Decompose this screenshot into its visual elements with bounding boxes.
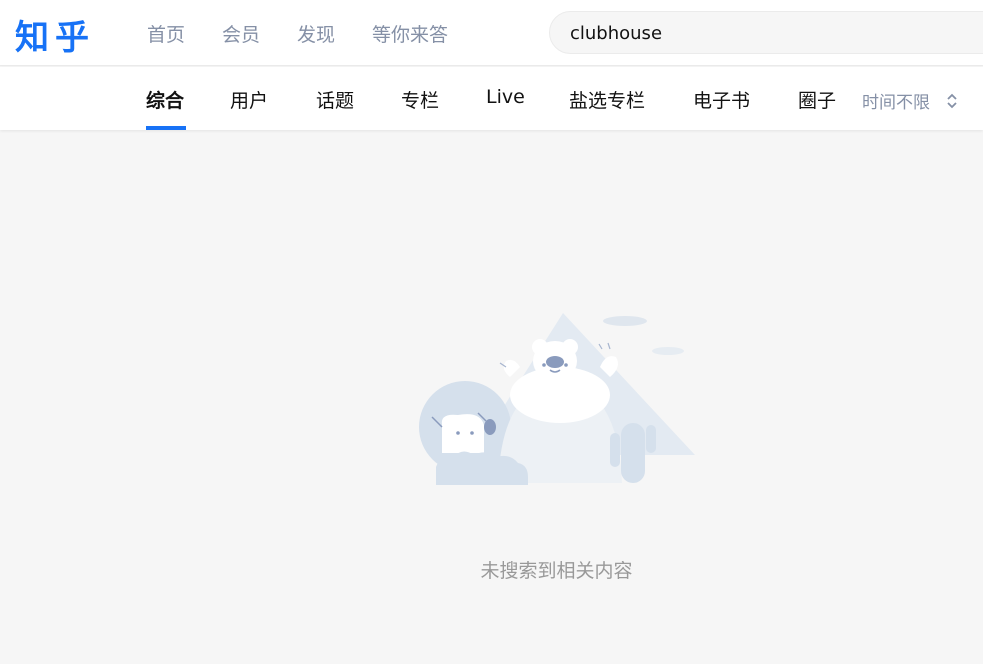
tab-live[interactable]: Live	[486, 86, 525, 108]
top-header: 知乎 首页 会员 发现 等你来答	[0, 0, 983, 66]
tab-all[interactable]: 综合	[146, 86, 184, 113]
empty-search-illustration	[419, 313, 695, 485]
search-type-tabbar: 综合 用户 话题 专栏 Live 盐选专栏 电子书 圈子 时间不限	[0, 67, 983, 130]
tab-circles[interactable]: 圈子	[798, 86, 836, 113]
main-nav: 首页 会员 发现 等你来答	[147, 20, 485, 47]
empty-state-message: 未搜索到相关内容	[480, 560, 633, 582]
search-input[interactable]	[570, 21, 970, 45]
nav-item-discover[interactable]: 发现	[297, 20, 335, 47]
nav-item-home[interactable]: 首页	[147, 20, 185, 47]
tab-topics[interactable]: 话题	[316, 86, 354, 113]
tab-salt-columns[interactable]: 盐选专栏	[569, 86, 645, 113]
tab-users[interactable]: 用户	[230, 86, 268, 113]
search-box	[549, 11, 983, 54]
nav-item-membership[interactable]: 会员	[222, 20, 260, 47]
tab-columns[interactable]: 专栏	[401, 86, 439, 113]
time-filter-dropdown[interactable]: 时间不限	[862, 88, 958, 113]
nav-item-waiting-answers[interactable]: 等你来答	[372, 20, 448, 47]
updown-chevron-icon	[947, 93, 957, 108]
tab-ebooks[interactable]: 电子书	[693, 86, 750, 113]
active-tab-indicator	[146, 126, 186, 130]
time-filter-label: 时间不限	[862, 93, 930, 113]
zhihu-logo[interactable]: 知乎	[15, 10, 95, 59]
